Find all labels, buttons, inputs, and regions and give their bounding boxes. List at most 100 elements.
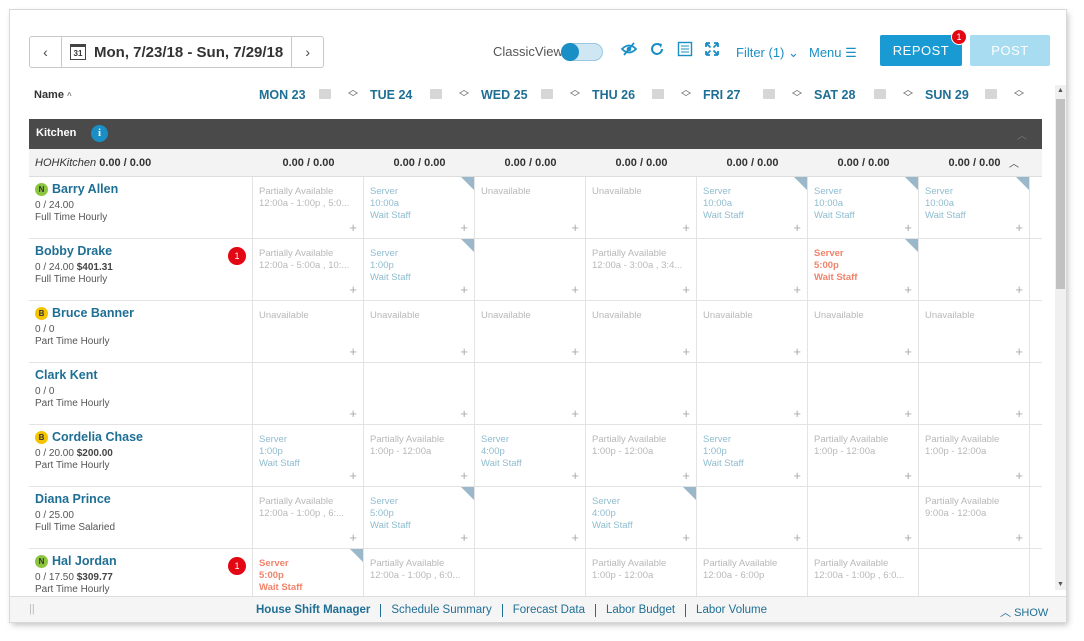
employee-name-link[interactable]: Diana Prince <box>35 492 111 506</box>
note-icon[interactable] <box>985 89 997 99</box>
note-icon[interactable] <box>541 89 553 99</box>
shift-cell[interactable]: + <box>808 487 919 549</box>
shift-cell[interactable]: Partially Available1:00p - 12:00a + <box>364 425 475 487</box>
prev-week-button[interactable]: ‹ <box>30 37 61 67</box>
schedule-list-icon[interactable] <box>676 41 694 59</box>
alert-badge[interactable]: 1 <box>228 557 246 575</box>
repost-button[interactable]: REPOST <box>880 35 962 66</box>
note-icon[interactable] <box>763 89 775 99</box>
day-header[interactable]: TUE 24 ︿ ﹀ <box>364 86 475 106</box>
add-shift-icon[interactable]: + <box>460 530 468 545</box>
employee-name-link[interactable]: Bobby Drake <box>35 244 112 258</box>
add-shift-icon[interactable]: + <box>1015 282 1023 297</box>
shift-cell[interactable]: Partially Available 12:00a - 1:00p , 5:0.… <box>253 177 364 239</box>
menu-button[interactable]: Menu ☰ <box>809 45 857 61</box>
shift-cell[interactable]: Server 1:00p Wait Staff + <box>697 425 808 487</box>
add-shift-icon[interactable]: + <box>460 468 468 483</box>
note-icon[interactable] <box>319 89 331 99</box>
note-icon[interactable] <box>874 89 886 99</box>
add-shift-icon[interactable]: + <box>349 530 357 545</box>
shift-cell[interactable]: + <box>586 363 697 425</box>
footer-tab[interactable]: Forecast Data <box>503 604 596 617</box>
shift-cell[interactable]: Unavailable + <box>586 301 697 363</box>
add-shift-icon[interactable]: + <box>460 282 468 297</box>
filter-dropdown[interactable]: Filter (1) ⌄ <box>736 45 799 61</box>
sort-icon[interactable]: ︿ ﹀ <box>348 86 358 104</box>
date-range-picker[interactable]: 31 Mon, 7/23/18 - Sun, 7/29/18 <box>61 37 293 67</box>
add-shift-icon[interactable]: + <box>1015 530 1023 545</box>
shift-cell[interactable]: Unavailable + <box>475 177 586 239</box>
alert-badge[interactable]: 1 <box>228 247 246 265</box>
shift-cell[interactable]: Server 1:00p Wait Staff + <box>253 425 364 487</box>
add-shift-icon[interactable]: + <box>682 220 690 235</box>
add-shift-icon[interactable]: + <box>793 344 801 359</box>
section-header-kitchen[interactable]: Kitchen i ︿ <box>29 119 1042 149</box>
shift-cell[interactable]: Server5:00pWait Staff + <box>808 239 919 301</box>
add-shift-icon[interactable]: + <box>1015 468 1023 483</box>
shift-cell[interactable]: + <box>475 239 586 301</box>
shift-cell[interactable]: + <box>364 363 475 425</box>
shift-cell[interactable]: Server 4:00p Wait Staff + <box>586 487 697 549</box>
scrollbar-thumb[interactable] <box>1056 99 1065 289</box>
add-shift-icon[interactable]: + <box>349 220 357 235</box>
vertical-scrollbar[interactable]: ▲ ▼ <box>1055 85 1066 590</box>
add-shift-icon[interactable]: + <box>1015 344 1023 359</box>
sort-icon[interactable]: ︿ ﹀ <box>1014 86 1024 104</box>
shift-cell[interactable]: Partially Available1:00p - 12:00a + <box>586 425 697 487</box>
footer-tab[interactable]: House Shift Manager <box>256 604 382 617</box>
shift-cell[interactable]: Server 10:00a Wait Staff + <box>364 177 475 239</box>
note-icon[interactable] <box>652 89 664 99</box>
add-shift-icon[interactable]: + <box>460 220 468 235</box>
add-shift-icon[interactable]: + <box>349 344 357 359</box>
shift-cell[interactable]: Partially Available 9:00a - 12:00a + <box>919 487 1030 549</box>
next-week-button[interactable]: › <box>292 37 323 67</box>
shift-cell[interactable]: Unavailable + <box>808 301 919 363</box>
sort-icon[interactable]: ︿ ﹀ <box>459 86 469 104</box>
add-shift-icon[interactable]: + <box>904 406 912 421</box>
sort-icon[interactable]: ︿ ﹀ <box>681 86 691 104</box>
add-shift-icon[interactable]: + <box>904 468 912 483</box>
employee-name-link[interactable]: Clark Kent <box>35 368 98 382</box>
shift-cell[interactable]: Unavailable + <box>364 301 475 363</box>
day-header[interactable]: SAT 28 ︿ ﹀ <box>808 86 919 106</box>
shift-cell[interactable]: Partially Available 12:00a - 3:00a , 3:4.… <box>586 239 697 301</box>
scroll-down-icon[interactable]: ▼ <box>1057 581 1064 588</box>
shift-cell[interactable]: Unavailable + <box>586 177 697 239</box>
add-shift-icon[interactable]: + <box>682 530 690 545</box>
day-header[interactable]: WED 25 ︿ ﹀ <box>475 86 586 106</box>
day-header[interactable]: SUN 29 ︿ ﹀ <box>919 86 1030 106</box>
classic-view-toggle[interactable] <box>561 43 603 61</box>
add-shift-icon[interactable]: + <box>904 344 912 359</box>
add-shift-icon[interactable]: + <box>793 220 801 235</box>
add-shift-icon[interactable]: + <box>682 406 690 421</box>
add-shift-icon[interactable]: + <box>349 468 357 483</box>
shift-cell[interactable]: Server 10:00a Wait Staff + <box>808 177 919 239</box>
add-shift-icon[interactable]: + <box>682 344 690 359</box>
sort-icon[interactable]: ︿ ﹀ <box>570 86 580 104</box>
shift-cell[interactable]: + <box>697 487 808 549</box>
footer-tab[interactable]: Schedule Summary <box>381 604 503 617</box>
add-shift-icon[interactable]: + <box>349 282 357 297</box>
shift-cell[interactable]: Server 10:00a Wait Staff + <box>697 177 808 239</box>
expand-icon[interactable] <box>703 41 721 59</box>
employee-name-link[interactable]: B Bruce Banner <box>35 306 134 320</box>
add-shift-icon[interactable]: + <box>571 468 579 483</box>
add-shift-icon[interactable]: + <box>571 282 579 297</box>
refresh-icon[interactable] <box>648 41 666 59</box>
post-button[interactable]: POST <box>970 35 1050 66</box>
shift-cell[interactable]: Partially Available 12:00a - 5:00a , 10:.… <box>253 239 364 301</box>
add-shift-icon[interactable]: + <box>571 530 579 545</box>
add-shift-icon[interactable]: + <box>682 468 690 483</box>
shift-cell[interactable]: Server 4:00p Wait Staff + <box>475 425 586 487</box>
note-icon[interactable] <box>430 89 442 99</box>
add-shift-icon[interactable]: + <box>793 406 801 421</box>
name-column-header[interactable]: Name ^ <box>34 89 72 101</box>
shift-cell[interactable]: Partially Available1:00p - 12:00a + <box>919 425 1030 487</box>
footer-tab[interactable]: Labor Budget <box>596 604 687 617</box>
collapse-icon[interactable]: ︿ <box>1017 127 1027 142</box>
show-panel-button[interactable]: ︿ SHOW <box>1000 604 1048 620</box>
add-shift-icon[interactable]: + <box>682 282 690 297</box>
add-shift-icon[interactable]: + <box>460 344 468 359</box>
shift-cell[interactable]: Partially Available1:00p - 12:00a + <box>808 425 919 487</box>
add-shift-icon[interactable]: + <box>460 406 468 421</box>
